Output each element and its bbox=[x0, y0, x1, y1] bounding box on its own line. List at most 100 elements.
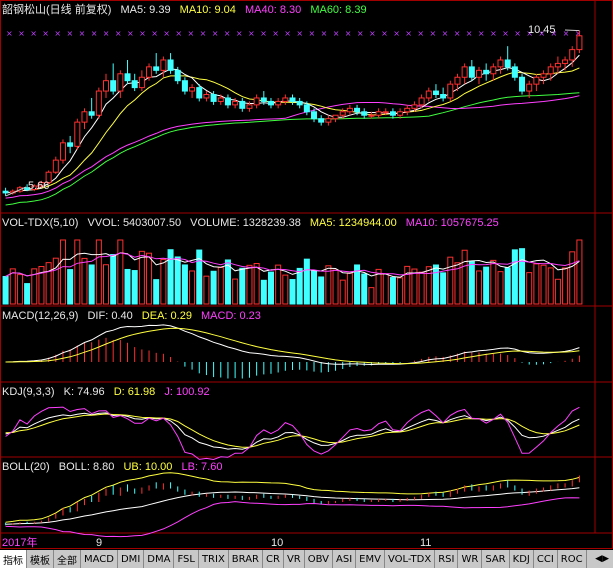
candle-body bbox=[483, 69, 490, 75]
tab-asi[interactable]: ASI bbox=[333, 550, 357, 568]
volume-bar bbox=[67, 269, 74, 305]
volume-bar bbox=[253, 263, 260, 305]
candle-body bbox=[547, 66, 554, 75]
signal-marker: × bbox=[430, 29, 437, 38]
candle-body bbox=[260, 97, 267, 102]
volume-bar bbox=[275, 264, 282, 305]
candle-body bbox=[160, 59, 167, 71]
tab-kdj[interactable]: KDJ bbox=[510, 550, 534, 568]
candle-body bbox=[339, 111, 346, 116]
tab-dmi[interactable]: DMI bbox=[118, 550, 145, 568]
signal-marker: × bbox=[79, 29, 86, 38]
main-header: 韶钢松山(日线 前复权) MA5: 9.39 MA10: 9.04 MA40: … bbox=[2, 4, 373, 17]
tab-vol-tdx[interactable]: VOL-TDX bbox=[385, 550, 436, 568]
stock-name: 韶钢松山(日线 前复权) bbox=[2, 4, 112, 16]
tab-fsl[interactable]: FSL bbox=[174, 550, 199, 568]
signal-marker: × bbox=[514, 29, 521, 38]
candle-body bbox=[95, 90, 102, 116]
candle-body bbox=[425, 90, 432, 99]
signal-marker: × bbox=[284, 29, 291, 38]
volume-bar bbox=[232, 278, 239, 305]
candle-body bbox=[67, 142, 74, 147]
volume-bar bbox=[361, 273, 368, 305]
candle-body bbox=[303, 104, 310, 113]
tab-all[interactable]: 全部 bbox=[54, 550, 81, 568]
signal-marker: × bbox=[212, 29, 219, 38]
signal-marker: × bbox=[163, 29, 170, 38]
candle-body bbox=[411, 104, 418, 109]
tab-emv[interactable]: EMV bbox=[356, 550, 385, 568]
stock-chart[interactable]: × × × × × × × × × × × × × × × × × × × × × × × × × × × × × × × × × × × × × × × ×… bbox=[0, 0, 613, 568]
candle-body bbox=[454, 76, 461, 85]
volume-bar bbox=[81, 257, 88, 305]
volume-bar bbox=[475, 270, 483, 305]
volume-bar bbox=[246, 264, 253, 305]
volume-bar bbox=[138, 250, 145, 305]
candle-body bbox=[59, 142, 66, 161]
tab-macd[interactable]: MACD bbox=[81, 550, 118, 568]
x-label-sep: 9 bbox=[96, 537, 103, 549]
candle-body bbox=[526, 83, 533, 92]
candle-body bbox=[102, 80, 110, 92]
signal-marker: × bbox=[103, 29, 110, 38]
volume-bar bbox=[425, 266, 432, 305]
candle-body bbox=[296, 100, 303, 106]
volume-bar bbox=[203, 275, 210, 305]
arrows-icon[interactable]: ◀▶ bbox=[591, 550, 613, 568]
signal-marker: × bbox=[139, 29, 146, 38]
candle-body bbox=[52, 159, 59, 173]
signal-marker: × bbox=[67, 29, 74, 38]
tab-cr[interactable]: CR bbox=[263, 550, 284, 568]
tab-obv[interactable]: OBV bbox=[305, 550, 333, 568]
volume-bar bbox=[45, 262, 52, 305]
volume-bar bbox=[110, 254, 117, 305]
volume-bar bbox=[504, 267, 511, 305]
tab-templates[interactable]: 模板 bbox=[27, 550, 54, 568]
volume-bar bbox=[576, 239, 583, 305]
tab-rsi[interactable]: RSI bbox=[435, 550, 459, 568]
volume-bar bbox=[490, 259, 497, 305]
volume-bar bbox=[368, 287, 375, 305]
volume-bar bbox=[547, 267, 554, 305]
tab-brar[interactable]: BRAR bbox=[229, 550, 263, 568]
signal-marker: × bbox=[224, 29, 231, 38]
signal-marker: × bbox=[200, 29, 207, 38]
signal-marker: × bbox=[248, 29, 255, 38]
volume-bar bbox=[153, 279, 160, 305]
candle-body bbox=[576, 35, 583, 51]
x-label-nov: 11 bbox=[420, 537, 432, 549]
signal-marker: × bbox=[260, 29, 267, 38]
candle-body bbox=[511, 66, 518, 78]
tab-wr[interactable]: WR bbox=[458, 550, 483, 568]
volume-bar bbox=[267, 271, 274, 305]
tab-roc[interactable]: ROC bbox=[558, 550, 587, 568]
signal-marker: × bbox=[333, 29, 340, 38]
tab-vr[interactable]: VR bbox=[284, 550, 305, 568]
tab-indicators[interactable]: 指标 bbox=[0, 550, 27, 568]
tab-trix[interactable]: TRIX bbox=[199, 550, 229, 568]
vol-name: VOL-TDX(5,10) bbox=[2, 217, 79, 229]
signal-marker: × bbox=[115, 29, 122, 38]
candle-body bbox=[217, 97, 224, 102]
candle-body bbox=[318, 118, 325, 123]
volume-bar bbox=[533, 263, 540, 305]
tab-dma[interactable]: DMA bbox=[144, 550, 175, 568]
boll-header: BOLL(20) BOLL: 8.80 UB: 10.00 LB: 7.60 bbox=[2, 461, 228, 474]
candle-body bbox=[146, 66, 153, 78]
lb-value: LB: 7.60 bbox=[181, 461, 223, 473]
candle-body bbox=[325, 118, 332, 123]
signal-marker: × bbox=[442, 29, 449, 38]
candle-body bbox=[81, 111, 88, 123]
volume-bar bbox=[440, 272, 447, 305]
candle-body bbox=[189, 87, 196, 92]
kdj-name: KDJ(9,3,3) bbox=[2, 386, 55, 398]
candle-body bbox=[232, 100, 239, 106]
tab-sar[interactable]: SAR bbox=[482, 550, 510, 568]
candle-body bbox=[504, 59, 511, 68]
volume-bar bbox=[389, 277, 396, 305]
candle-body bbox=[461, 66, 468, 78]
tab-cci[interactable]: CCI bbox=[534, 550, 558, 568]
signal-marker: × bbox=[54, 29, 61, 38]
volume-bar bbox=[59, 239, 66, 305]
signal-marker: × bbox=[466, 29, 473, 38]
